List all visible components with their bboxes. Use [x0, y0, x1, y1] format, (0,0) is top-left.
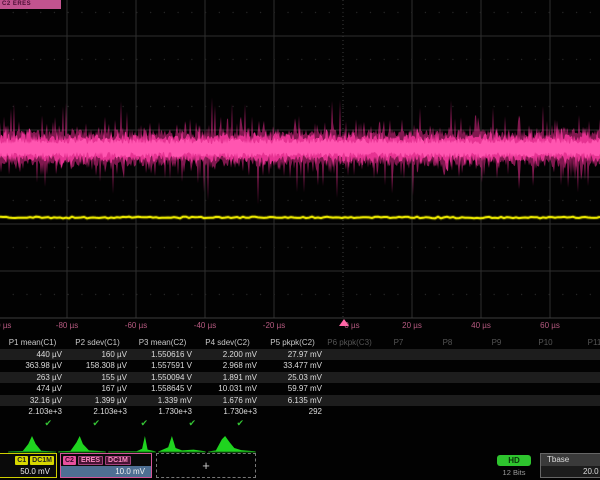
oscilloscope-screen: C2 ERES -100 µs -80 µs -60 µs -40 µs -20 µs 0… — [0, 0, 600, 480]
parameter-header[interactable]: P6 pkpk(C3) — [325, 338, 374, 347]
time-axis-label: 60 µs — [522, 321, 578, 330]
histicon[interactable] — [208, 433, 256, 453]
histicon[interactable] — [108, 433, 156, 453]
measurement-cell: 292 — [260, 407, 325, 416]
time-axis-label: -60 µs — [108, 321, 164, 330]
time-axis-label: -20 µs — [246, 321, 302, 330]
measurement-table: P1 mean(C1)P2 sdev(C1)P3 mean(C2)P4 sdev… — [0, 337, 600, 429]
measurement-cell: 2.968 mV — [195, 361, 260, 370]
measurement-cell: 1.730e+3 — [130, 407, 195, 416]
channel-chip: C1 — [15, 456, 28, 465]
parameter-header[interactable]: P3 mean(C2) — [130, 338, 195, 347]
measurement-cell: 1.730e+3 — [195, 407, 260, 416]
measurement-cell: 363.98 µV — [0, 361, 65, 370]
channel-c1-descriptor-box[interactable]: C1DC1M 50.0 mV — [0, 453, 57, 478]
measurement-cell: 2.200 mV — [195, 350, 260, 359]
channel-chip: DC1M — [105, 456, 131, 465]
measurement-cell: 155 µV — [65, 373, 130, 382]
measurement-cell: 2.103e+3 — [0, 407, 65, 416]
channel-bar: C1DC1M 50.0 mV C2ERESDC1M 10.0 mV + HD 1… — [0, 453, 600, 480]
timebase-descriptor-box[interactable]: Tbase 20.0 µs/div — [540, 453, 600, 478]
waveform-display[interactable] — [0, 0, 600, 336]
measurement-cell: 1.557591 V — [130, 361, 195, 370]
measurement-cell: 25.03 mV — [260, 373, 325, 382]
trigger-position-marker[interactable] — [339, 319, 349, 326]
trace-annotation-badge[interactable]: C2 ERES — [0, 0, 61, 9]
parameter-header[interactable]: P5 pkpk(C2) — [260, 338, 325, 347]
c1-vertical-scale: 50.0 mV — [0, 466, 56, 477]
parameter-header[interactable]: P10 — [521, 338, 570, 347]
measurement-cell: 1.399 µV — [65, 396, 130, 405]
timebase-scale: 20.0 µs/div — [541, 466, 600, 477]
measurement-cell: 440 µV — [0, 350, 65, 359]
parameter-header[interactable]: P8 — [423, 338, 472, 347]
measurement-row-max: 474 µV167 µV1.558645 V10.031 mV59.97 mV — [0, 383, 600, 395]
measurement-cell: 59.97 mV — [260, 384, 325, 393]
measurement-cell: 1.891 mV — [195, 373, 260, 382]
measurement-row-num: 2.103e+32.103e+31.730e+31.730e+3292 — [0, 406, 600, 418]
histicon[interactable] — [8, 433, 56, 453]
time-axis-label: -100 µs — [0, 321, 26, 330]
parameter-header[interactable]: P4 sdev(C2) — [195, 338, 260, 347]
status-check-icon: ✔ — [8, 418, 56, 429]
measurement-cell: 10.031 mV — [195, 384, 260, 393]
parameter-histicons — [0, 433, 600, 453]
measurement-cell: 160 µV — [65, 350, 130, 359]
time-axis-label: 20 µs — [384, 321, 440, 330]
channel-chip: DC1M — [30, 456, 54, 465]
measurement-cell: 2.103e+3 — [65, 407, 130, 416]
measurement-cell: 33.477 mV — [260, 361, 325, 370]
measurement-cell: 1.676 mV — [195, 396, 260, 405]
measurement-cell: 474 µV — [0, 384, 65, 393]
measurement-cell: 32.16 µV — [0, 396, 65, 405]
measurement-cell: 158.308 µV — [65, 361, 130, 370]
parameter-header[interactable]: P1 mean(C1) — [0, 338, 65, 347]
measurement-row-value: 440 µV160 µV1.550616 V2.200 mV27.97 mV — [0, 349, 600, 361]
measurement-cell: 6.135 mV — [260, 396, 325, 405]
status-check-icon: ✔ — [56, 418, 104, 429]
histicon[interactable] — [58, 433, 106, 453]
measurement-row-mean: 363.98 µV158.308 µV1.557591 V2.968 mV33.… — [0, 360, 600, 372]
measurement-cell: 1.550616 V — [130, 350, 195, 359]
measurement-status-row: ✔✔✔✔✔ — [0, 418, 600, 430]
measurement-cell: 1.558645 V — [130, 384, 195, 393]
measurement-row-min: 263 µV155 µV1.550094 V1.891 mV25.03 mV — [0, 372, 600, 384]
time-axis-label: -40 µs — [177, 321, 233, 330]
hd-bits-label: 12 Bits — [493, 468, 535, 477]
add-trace-button[interactable]: + — [156, 453, 256, 478]
parameter-header[interactable]: P7 — [374, 338, 423, 347]
parameter-header[interactable]: P2 sdev(C1) — [65, 338, 130, 347]
measurement-cell: 27.97 mV — [260, 350, 325, 359]
timebase-label: Tbase — [541, 454, 600, 466]
measurement-cell: 167 µV — [65, 384, 130, 393]
channel-chip: ERES — [78, 456, 103, 465]
status-check-icon: ✔ — [200, 418, 248, 429]
status-check-icon: ✔ — [104, 418, 152, 429]
measurement-cell: 263 µV — [0, 373, 65, 382]
time-axis-label: 0 µs — [324, 321, 380, 330]
status-check-icon: ✔ — [152, 418, 200, 429]
time-axis-label: 40 µs — [453, 321, 509, 330]
parameter-header[interactable]: P11 — [570, 338, 600, 347]
time-axis-label: -80 µs — [39, 321, 95, 330]
channel-chip: C2 — [63, 456, 76, 465]
measurement-row-sdev: 32.16 µV1.399 µV1.339 mV1.676 mV6.135 mV — [0, 395, 600, 407]
channel-c2-descriptor-box[interactable]: C2ERESDC1M 10.0 mV — [60, 453, 152, 478]
c2-vertical-scale: 10.0 mV — [61, 466, 151, 477]
hd-mode-badge[interactable]: HD — [497, 455, 531, 466]
parameter-header[interactable]: P9 — [472, 338, 521, 347]
measurement-cell: 1.339 mV — [130, 396, 195, 405]
histicon[interactable] — [158, 433, 206, 453]
measurement-cell: 1.550094 V — [130, 373, 195, 382]
